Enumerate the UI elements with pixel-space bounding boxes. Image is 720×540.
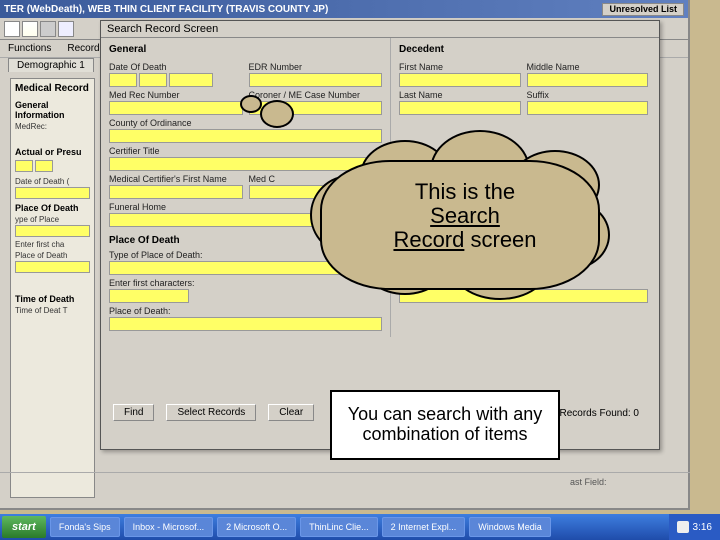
- suffix-field[interactable]: [527, 101, 649, 115]
- cloud-line-1: This is the: [415, 179, 515, 204]
- taskbar: start Fonda's Sips Inbox - Microsof... 2…: [0, 514, 720, 540]
- lbl-edr-number: EDR Number: [249, 62, 383, 72]
- app-bottombar: ast Field:: [0, 472, 690, 490]
- task-2[interactable]: Inbox - Microsof...: [124, 517, 214, 537]
- toolbar-icon-4[interactable]: [58, 21, 74, 37]
- panel-title: Medical Record: [15, 83, 90, 94]
- start-label: start: [12, 521, 36, 533]
- task-4[interactable]: ThinLinc Clie...: [300, 517, 378, 537]
- ast-field-label: ast Field:: [570, 477, 607, 487]
- lbl-last-name: Last Name: [399, 90, 521, 100]
- sec-actual: Actual or Presu: [15, 147, 90, 157]
- tray-icon[interactable]: [677, 521, 689, 533]
- lbl-county-ord: County of Ordinance: [109, 118, 382, 128]
- date-dd[interactable]: [35, 160, 53, 172]
- select-records-button[interactable]: Select Records: [166, 404, 256, 421]
- cloud-callout: This is the Search Record screen: [300, 130, 620, 310]
- lbl-time: Time of Deat T: [15, 306, 90, 315]
- dod-yyyy[interactable]: [169, 73, 213, 87]
- pod-field[interactable]: [15, 261, 90, 273]
- task-6[interactable]: Windows Media: [469, 517, 551, 537]
- task-3[interactable]: 2 Microsoft O...: [217, 517, 296, 537]
- grp-decedent: Decedent: [399, 44, 648, 55]
- lbl-mc-fname: Medical Certifier's First Name: [109, 174, 243, 184]
- lbl-medrec-num: Med Rec Number: [109, 90, 243, 100]
- caption-text: You can search with any combination of i…: [338, 405, 552, 445]
- edr-number-field[interactable]: [249, 73, 383, 87]
- middle-name-field[interactable]: [527, 73, 649, 87]
- dod-mm[interactable]: [109, 73, 137, 87]
- find-button[interactable]: Find: [113, 404, 154, 421]
- titlebar: TER (WebDeath), WEB THIN CLIENT FACILITY…: [0, 0, 688, 18]
- sec-general-info: General Information: [15, 100, 90, 120]
- app-title: TER (WebDeath), WEB THIN CLIENT FACILITY…: [4, 4, 328, 15]
- lbl-first-name: First Name: [399, 62, 521, 72]
- lbl-type-place: ype of Place: [15, 215, 90, 224]
- lbl-suffix: Suffix: [527, 90, 649, 100]
- cloud-line-2: Search: [430, 203, 500, 228]
- cloud-tail-bubble-2: [240, 95, 262, 113]
- cloud-line-3a: Record: [393, 227, 464, 252]
- first-name-field[interactable]: [399, 73, 521, 87]
- lbl-medrec: MedRec:: [15, 122, 90, 131]
- print-icon[interactable]: [40, 21, 56, 37]
- clear-button[interactable]: Clear: [268, 404, 314, 421]
- unresolved-list-button[interactable]: Unresolved List: [602, 3, 684, 16]
- toolbar-icon-2[interactable]: [22, 21, 38, 37]
- tab-demographic-1[interactable]: Demographic 1: [8, 58, 94, 72]
- pod-modal-field[interactable]: [109, 317, 382, 331]
- lbl-pod: Place of Death: [15, 251, 90, 260]
- medrec-num-field[interactable]: [109, 101, 243, 115]
- dod-dd[interactable]: [139, 73, 167, 87]
- lbl-middle-name: Middle Name: [527, 62, 649, 72]
- cloud-line-3b: screen: [464, 227, 536, 252]
- mc-fname-field[interactable]: [109, 185, 243, 199]
- lbl-dod: Date of Death (: [15, 177, 90, 186]
- cloud-text: This is the Search Record screen: [355, 180, 575, 253]
- sec-time: Time of Death: [15, 294, 90, 304]
- modal-title: Search Record Screen: [101, 21, 659, 38]
- slide-bg: TER (WebDeath), WEB THIN CLIENT FACILITY…: [0, 0, 720, 540]
- system-tray[interactable]: 3:16: [669, 514, 720, 540]
- type-place-field[interactable]: [15, 225, 90, 237]
- cloud-tail-bubble-1: [260, 100, 294, 128]
- toolbar-icon-1[interactable]: [4, 21, 20, 37]
- task-5[interactable]: 2 Internet Expl...: [382, 517, 466, 537]
- task-1[interactable]: Fonda's Sips: [50, 517, 120, 537]
- first-chars-field[interactable]: [109, 289, 189, 303]
- start-button[interactable]: start: [2, 516, 46, 538]
- last-name-field[interactable]: [399, 101, 521, 115]
- sec-place: Place Of Death: [15, 203, 90, 213]
- lbl-first-char: Enter first cha: [15, 240, 90, 249]
- caption-box: You can search with any combination of i…: [330, 390, 560, 460]
- date-mm[interactable]: [15, 160, 33, 172]
- menu-functions[interactable]: Functions: [8, 43, 51, 54]
- tray-clock: 3:16: [693, 522, 712, 533]
- dod-field[interactable]: [15, 187, 90, 199]
- lbl-date-of-death: Date Of Death: [109, 62, 243, 72]
- lbl-coroner-case: Coroner / ME Case Number: [249, 90, 383, 100]
- grp-general: General: [109, 44, 382, 55]
- left-panel: Medical Record General Information MedRe…: [10, 78, 95, 498]
